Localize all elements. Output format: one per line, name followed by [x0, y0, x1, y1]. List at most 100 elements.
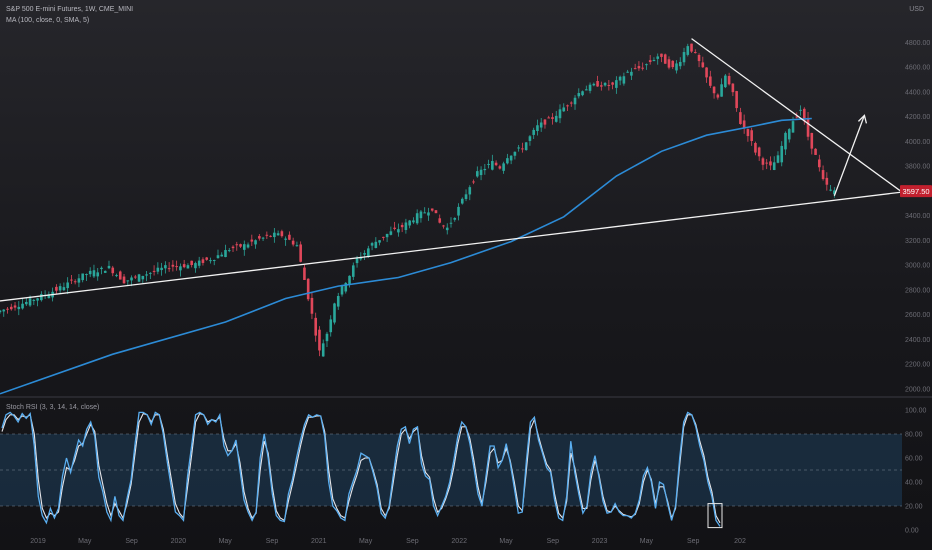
- candle-body: [754, 142, 757, 153]
- time-tick-label: 2022: [451, 538, 467, 545]
- price-tick-label: 2800.00: [905, 287, 930, 294]
- candle-body: [66, 282, 69, 289]
- candle-body: [472, 181, 475, 183]
- trendline[interactable]: [0, 191, 903, 302]
- candle-body: [385, 233, 389, 238]
- candles: [0, 43, 836, 357]
- candle-body: [239, 244, 242, 247]
- candle-body: [697, 54, 701, 62]
- candle-body: [186, 265, 190, 269]
- candle-body: [810, 132, 814, 149]
- candle-body: [487, 163, 490, 165]
- candle-body: [175, 266, 178, 268]
- candle-body: [667, 59, 671, 68]
- price-tick-label: 4000.00: [905, 139, 930, 146]
- candle-body: [731, 83, 735, 93]
- candle-body: [468, 187, 472, 195]
- candle-body: [92, 270, 96, 277]
- candle-body: [393, 227, 396, 229]
- candle-body: [273, 232, 276, 238]
- candle-body: [227, 250, 231, 252]
- candle-body: [562, 107, 566, 112]
- candle-body: [81, 273, 84, 281]
- candle-body: [596, 81, 599, 87]
- candle-body: [276, 233, 280, 236]
- candle-body: [70, 279, 73, 281]
- candle-body: [58, 286, 62, 291]
- time-tick-label: May: [78, 538, 92, 545]
- candle-body: [517, 147, 520, 149]
- trendline[interactable]: [833, 115, 866, 197]
- price-tick-label: 2400.00: [905, 337, 930, 344]
- candle-body: [367, 248, 370, 257]
- price-tick-label: 3400.00: [905, 213, 930, 220]
- candle-body: [212, 259, 216, 261]
- candle-body: [400, 224, 404, 228]
- candle-body: [404, 222, 408, 230]
- candle-body: [509, 155, 513, 161]
- candle-body: [295, 245, 299, 247]
- time-tick-label: May: [219, 538, 233, 545]
- candle-body: [705, 67, 708, 78]
- chart-canvas[interactable]: 4800.00 4600.00 4400.00 4200.00 4000.00 3800.…: [0, 0, 932, 550]
- candle-body: [626, 71, 629, 73]
- candle-body: [427, 212, 430, 216]
- candle-body: [28, 298, 32, 306]
- candle-body: [2, 309, 6, 312]
- candle-body: [288, 234, 291, 240]
- candle-body: [96, 272, 100, 277]
- candle-body: [686, 46, 690, 55]
- time-tick-label: Sep: [687, 538, 700, 545]
- last-price-label: 3597.50: [902, 187, 929, 196]
- candle-body: [100, 267, 103, 270]
- candle-body: [235, 244, 239, 246]
- candle-body: [671, 60, 675, 68]
- candle-body: [618, 76, 622, 81]
- candle-body: [438, 218, 442, 223]
- candle-body: [355, 258, 359, 264]
- price-tick-label: 2600.00: [905, 312, 930, 319]
- stoch-tick-label: 100.00: [905, 408, 927, 415]
- candle-body: [551, 117, 554, 119]
- candle-body: [784, 132, 787, 150]
- candle-body: [224, 250, 227, 258]
- candle-body: [77, 278, 81, 283]
- candle-body: [442, 225, 445, 227]
- trendline[interactable]: [691, 38, 903, 193]
- candle-body: [397, 229, 400, 233]
- price-tick-label: 3200.00: [905, 238, 930, 245]
- candle-body: [303, 267, 306, 280]
- price-tick-label: 2000.00: [905, 386, 930, 393]
- candle-body: [528, 136, 532, 141]
- candle-body: [415, 213, 419, 224]
- candle-body: [479, 169, 483, 176]
- candle-body: [675, 63, 678, 71]
- price-tick-label: 3800.00: [905, 164, 930, 171]
- candle-body: [321, 343, 325, 357]
- time-tick-label: 2023: [592, 538, 608, 545]
- candle-body: [389, 231, 393, 235]
- candle-body: [220, 254, 224, 257]
- candle-body: [130, 277, 133, 281]
- candle-body: [299, 244, 302, 262]
- candle-body: [690, 43, 693, 52]
- candle-body: [261, 237, 265, 239]
- candle-body: [663, 54, 667, 64]
- candle-body: [340, 285, 344, 295]
- candle-body: [693, 52, 697, 54]
- candle-body: [641, 67, 644, 69]
- candle-body: [648, 60, 652, 63]
- candle-body: [543, 119, 547, 125]
- candle-body: [17, 306, 21, 310]
- price-tick-label: 4600.00: [905, 65, 930, 72]
- candle-body: [678, 61, 682, 67]
- candle-body: [13, 305, 17, 308]
- candle-body: [494, 162, 498, 166]
- candle-body: [126, 280, 130, 282]
- chart-window[interactable]: { "header": { "symbol_line": "S&P 500 E-…: [0, 0, 932, 550]
- time-tick-label: 202: [734, 538, 746, 545]
- candle-body: [513, 151, 517, 156]
- candle-body: [310, 297, 314, 314]
- price-tick-label: 2200.00: [905, 362, 930, 369]
- candle-body: [103, 270, 107, 273]
